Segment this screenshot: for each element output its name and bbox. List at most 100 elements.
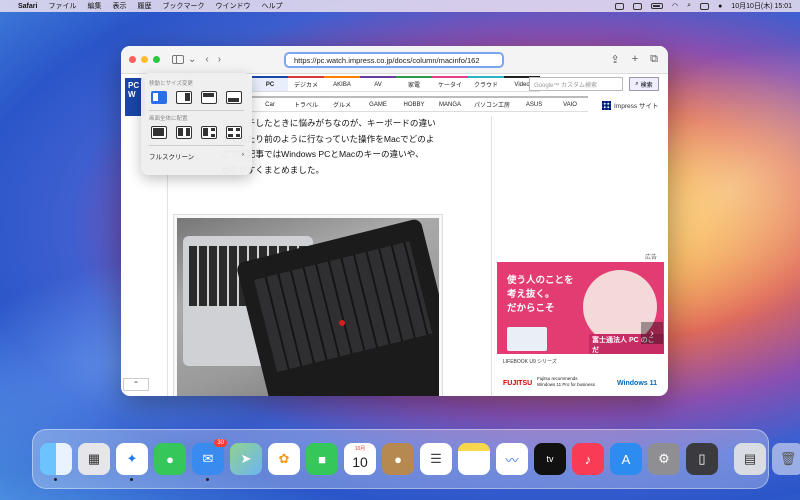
nav-car[interactable]: Car bbox=[252, 96, 288, 112]
nav-asus[interactable]: ASUS bbox=[516, 96, 553, 112]
fill-screen-options bbox=[151, 126, 244, 139]
arrange-left-quarters-button[interactable] bbox=[201, 126, 217, 139]
fullscreen-menu-item[interactable]: フルスクリーン › bbox=[149, 151, 244, 161]
photos-icon[interactable]: ✿ bbox=[268, 443, 300, 475]
menu-edit[interactable]: 編集 bbox=[87, 1, 101, 11]
nav-digicame[interactable]: デジカメ bbox=[288, 76, 325, 92]
spotlight-icon[interactable]: ⌕ bbox=[687, 2, 691, 10]
ad-footer: LIFEBOOK U9 シリーズ FUJITSU Fujitsu recomme… bbox=[497, 354, 664, 394]
tile-top-half-button[interactable] bbox=[201, 91, 217, 104]
notes-icon[interactable] bbox=[458, 443, 490, 475]
nav-av[interactable]: AV bbox=[360, 76, 397, 92]
menu-bar: Safari ファイル 編集 表示 履歴 ブックマーク ウインドウ ヘルプ ◠ … bbox=[0, 0, 800, 12]
impress-sites-link[interactable]: Impress サイト bbox=[602, 100, 658, 110]
menu-bookmarks[interactable]: ブックマーク bbox=[162, 1, 204, 11]
zoom-button[interactable] bbox=[153, 56, 160, 63]
calendar-icon[interactable]: 10月 10 bbox=[344, 443, 376, 475]
mail-icon[interactable]: ✉ 30 bbox=[192, 439, 227, 481]
share-icon[interactable]: ⇪ bbox=[610, 53, 619, 66]
messages-icon[interactable]: ● bbox=[154, 443, 186, 475]
forward-icon[interactable]: › bbox=[218, 54, 221, 65]
maps-icon[interactable]: ➤ bbox=[230, 443, 262, 475]
nav-kaden[interactable]: 家電 bbox=[396, 76, 433, 92]
site-search-button[interactable]: ⌕ 検索 bbox=[629, 77, 659, 91]
site-search-input[interactable]: Google™ カスタム検索 bbox=[529, 77, 623, 91]
arrange-left-right-button[interactable] bbox=[176, 126, 192, 139]
impress-sites-label: Impress サイト bbox=[614, 103, 659, 110]
display-icon[interactable] bbox=[633, 2, 643, 10]
article-body: スイッチしたときに悩みがちなのが、キーボードの違い まで当たり前のように行なって… bbox=[221, 116, 511, 178]
input-source-icon[interactable] bbox=[615, 2, 625, 10]
preview-icon[interactable]: ▤ bbox=[734, 443, 766, 475]
control-center-icon[interactable] bbox=[700, 2, 710, 10]
close-button[interactable] bbox=[129, 56, 136, 63]
laptops-photo bbox=[177, 218, 439, 396]
scroll-to-top-button[interactable]: ⌃ bbox=[123, 378, 149, 391]
siri-icon[interactable]: ● bbox=[718, 3, 722, 10]
nav-vaio[interactable]: VAIO bbox=[552, 96, 589, 112]
article-photo[interactable] bbox=[173, 214, 443, 396]
wifi-icon[interactable]: ◠ bbox=[672, 2, 678, 10]
nav-game[interactable]: GAME bbox=[360, 96, 397, 112]
divider bbox=[149, 145, 244, 146]
ad-product-name: LIFEBOOK U9 シリーズ bbox=[503, 359, 557, 365]
arrange-quarters-button[interactable] bbox=[226, 126, 242, 139]
launchpad-icon[interactable]: ▦ bbox=[78, 443, 110, 475]
facetime-icon[interactable]: ■ bbox=[306, 443, 338, 475]
nav-cloud[interactable]: クラウド bbox=[468, 76, 505, 92]
move-resize-options bbox=[151, 91, 244, 104]
app-store-icon[interactable]: A bbox=[610, 443, 642, 475]
sidebar-toggle-icon[interactable] bbox=[172, 55, 184, 64]
article-line: かりやすくまとめました。 bbox=[221, 164, 325, 175]
address-bar[interactable]: https://pc.watch.impress.co.jp/docs/colu… bbox=[284, 52, 504, 68]
sidebar-advertisement[interactable]: 広告 使う人のことを 考え抜く。 だからこそ 富士通法人 PC のこだ LIFE… bbox=[497, 255, 664, 394]
menubar-clock[interactable]: 10月10日(木) 15:01 bbox=[731, 1, 792, 11]
tab-overview-icon[interactable]: ⧉ bbox=[650, 53, 658, 66]
window-controls bbox=[129, 56, 160, 63]
tile-right-half-button[interactable] bbox=[176, 91, 192, 104]
ad-next-arrow-icon[interactable]: › bbox=[641, 322, 663, 344]
calendar-month: 10月 bbox=[354, 446, 366, 452]
music-icon[interactable]: ♪ bbox=[572, 443, 604, 475]
safari-icon[interactable]: ✦ bbox=[116, 443, 148, 481]
minimize-button[interactable] bbox=[141, 56, 148, 63]
tile-left-half-button[interactable] bbox=[151, 91, 167, 104]
nav-pc[interactable]: PC bbox=[252, 76, 288, 92]
menu-history[interactable]: 履歴 bbox=[137, 1, 151, 11]
menu-app-name[interactable]: Safari bbox=[18, 3, 37, 10]
nav-manga[interactable]: MANGA bbox=[432, 96, 469, 112]
nav-akiba[interactable]: AKIBA bbox=[324, 76, 361, 92]
arrange-fill-button[interactable] bbox=[151, 126, 167, 139]
search-icon: ⌕ bbox=[635, 80, 639, 87]
divider bbox=[149, 110, 244, 111]
nav-hobby[interactable]: HOBBY bbox=[396, 96, 433, 112]
nav-keitai[interactable]: ケータイ bbox=[432, 76, 469, 92]
article-line: こで本記事ではWindows PCとMacのキーの違いや、 bbox=[221, 149, 424, 159]
new-tab-icon[interactable]: + bbox=[632, 53, 638, 66]
nav-travel[interactable]: トラベル bbox=[288, 96, 325, 112]
back-icon[interactable]: ‹ bbox=[205, 54, 208, 65]
tile-bottom-half-button[interactable] bbox=[226, 91, 242, 104]
battery-icon[interactable] bbox=[651, 3, 664, 9]
nav-pasokon-koubou[interactable]: パソコン工房 bbox=[468, 96, 517, 112]
menu-view[interactable]: 表示 bbox=[112, 1, 126, 11]
menu-file[interactable]: ファイル bbox=[48, 1, 76, 11]
browser-toolbar: ⌄ ‹ › https://pc.watch.impress.co.jp/doc… bbox=[121, 46, 668, 74]
chevron-down-icon[interactable]: ⌄ bbox=[188, 54, 196, 65]
notes-app-icon[interactable]: ● bbox=[382, 443, 414, 475]
iphone-mirroring-icon[interactable]: ▯ bbox=[686, 443, 718, 475]
trash-icon[interactable]: 🗑 bbox=[772, 443, 800, 475]
menu-help[interactable]: ヘルプ bbox=[261, 1, 282, 11]
apple-tv-icon[interactable]: tv bbox=[534, 443, 566, 475]
reminders-icon[interactable]: ☰ bbox=[420, 443, 452, 475]
ad-product-image bbox=[507, 327, 547, 351]
ad-label: 広告 bbox=[645, 255, 658, 261]
menu-window[interactable]: ウインドウ bbox=[215, 1, 250, 11]
finder-icon[interactable] bbox=[40, 443, 72, 481]
ad-banner: 使う人のことを 考え抜く。 だからこそ 富士通法人 PC のこだ bbox=[497, 262, 664, 356]
freeform-icon[interactable]: 〰 bbox=[496, 443, 528, 475]
calendar-day: 10 bbox=[352, 454, 368, 470]
article-line: まで当たり前のように行なっていた操作をMacでどのよ bbox=[221, 133, 435, 144]
system-settings-icon[interactable]: ⚙ bbox=[648, 443, 680, 475]
nav-gourmet[interactable]: グルメ bbox=[324, 96, 361, 112]
